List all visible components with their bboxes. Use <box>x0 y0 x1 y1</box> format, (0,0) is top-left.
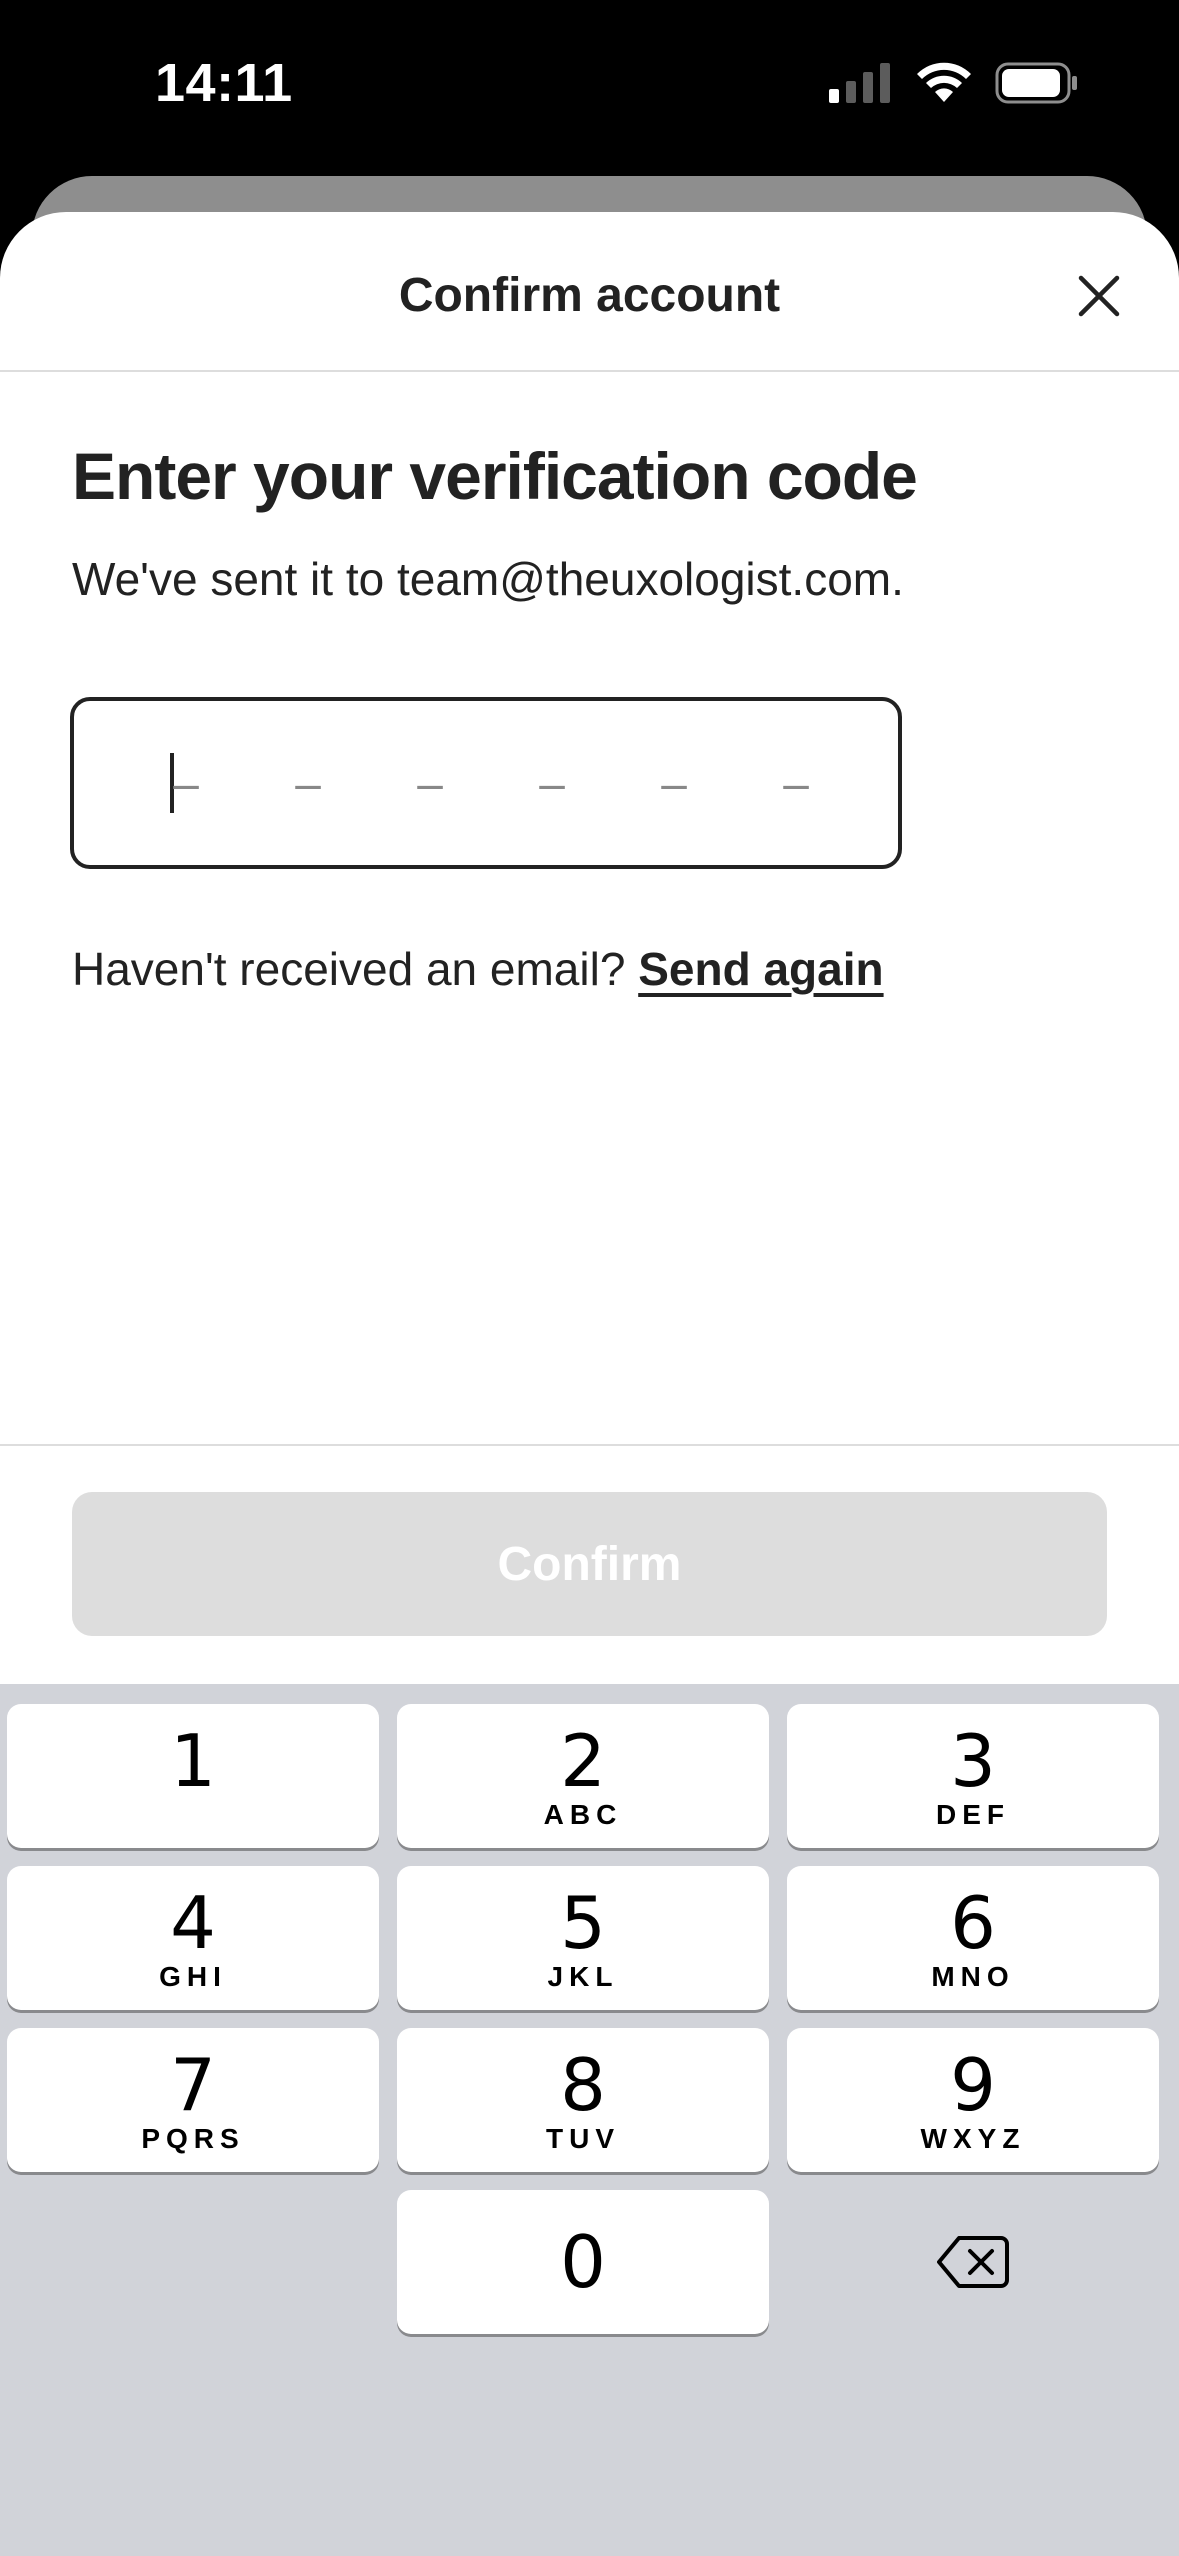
key-4[interactable]: 4 GHI <box>7 1866 379 2010</box>
verification-code-input[interactable]: – – – – – – <box>70 697 902 869</box>
status-icons <box>829 62 1079 104</box>
key-digit: 8 <box>560 2043 606 2127</box>
sent-to-text: We've sent it to team@theuxologist.com. <box>72 553 904 605</box>
key-digit: 0 <box>560 2220 606 2304</box>
key-letters: ABC <box>543 1799 623 1830</box>
key-3[interactable]: 3 DEF <box>787 1704 1159 1848</box>
sheet-header: Confirm account <box>0 212 1179 372</box>
code-digit-slot: – <box>417 757 443 809</box>
footer-divider <box>0 1444 1179 1446</box>
status-bar: 14:11 <box>0 0 1179 180</box>
confirm-button[interactable]: Confirm <box>72 1492 1107 1636</box>
close-button[interactable] <box>1063 260 1135 332</box>
key-letters: TUV <box>546 2123 620 2154</box>
code-digit-slot: – <box>539 757 565 809</box>
resend-row: Haven't received an email? Send again <box>72 942 884 996</box>
key-digit: 9 <box>950 2043 996 2127</box>
close-icon <box>1078 275 1120 317</box>
backspace-key[interactable] <box>787 2190 1159 2334</box>
key-digit: 7 <box>170 2043 216 2127</box>
key-letters: MNO <box>931 1961 1015 1992</box>
key-letters: JKL <box>547 1961 619 1992</box>
key-digit: 2 <box>560 1719 606 1803</box>
key-digit: 5 <box>560 1881 606 1965</box>
key-letters: WXYZ <box>920 2123 1026 2154</box>
key-6[interactable]: 6 MNO <box>787 1866 1159 2010</box>
key-digit: 1 <box>170 1719 216 1803</box>
resend-prompt: Haven't received an email? <box>72 943 639 995</box>
key-2[interactable]: 2 ABC <box>397 1704 769 1848</box>
code-digit-slot: – <box>173 757 199 809</box>
code-digit-slot: – <box>661 757 687 809</box>
key-0[interactable]: 0 <box>397 2190 769 2334</box>
numeric-keyboard: 1 2 ABC 3 DEF 4 GHI 5 JKL 6 MNO 7 PQRS 8… <box>0 1684 1179 2556</box>
code-digit-slot: – <box>783 757 809 809</box>
cellular-signal-icon <box>829 63 890 103</box>
send-again-link[interactable]: Send again <box>638 943 883 995</box>
page-heading: Enter your verification code <box>72 439 918 513</box>
key-digit: 3 <box>950 1719 996 1803</box>
key-1[interactable]: 1 <box>7 1704 379 1848</box>
backspace-icon <box>937 2236 1009 2288</box>
key-9[interactable]: 9 WXYZ <box>787 2028 1159 2172</box>
key-5[interactable]: 5 JKL <box>397 1866 769 2010</box>
key-letters: GHI <box>159 1961 227 1992</box>
key-digit: 4 <box>170 1881 216 1965</box>
battery-icon <box>995 62 1077 104</box>
wifi-icon <box>917 62 971 102</box>
key-8[interactable]: 8 TUV <box>397 2028 769 2172</box>
confirm-account-sheet: Confirm account Enter your verification … <box>0 212 1179 1684</box>
sheet-title: Confirm account <box>398 269 781 322</box>
key-letters: PQRS <box>141 2123 245 2154</box>
status-time: 14:11 <box>155 53 293 113</box>
key-letters: DEF <box>936 1799 1010 1830</box>
key-digit: 6 <box>950 1881 996 1965</box>
key-7[interactable]: 7 PQRS <box>7 2028 379 2172</box>
code-digit-slot: – <box>295 757 321 809</box>
